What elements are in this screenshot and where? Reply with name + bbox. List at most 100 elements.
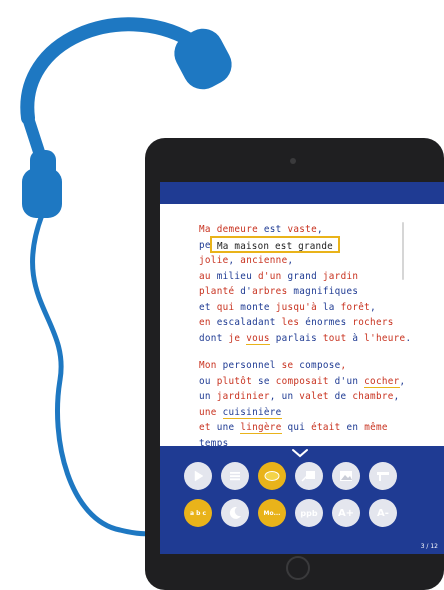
home-button[interactable] xyxy=(286,556,310,580)
page-indicator: 3 / 12 xyxy=(420,543,438,550)
poem-word[interactable]: un xyxy=(282,391,294,402)
poem-word[interactable]: tout xyxy=(323,333,347,344)
poem-word[interactable]: grand xyxy=(287,271,317,282)
poem-word[interactable]: milieu xyxy=(217,271,252,282)
font-decrease-label: A- xyxy=(377,507,389,519)
abc-button[interactable]: a b c xyxy=(184,499,212,527)
poem-word[interactable]: cocher xyxy=(364,375,400,388)
poem-line: et une lingère qui était en même xyxy=(199,420,429,436)
poem-word[interactable]: , xyxy=(317,224,323,235)
poem-word[interactable]: se xyxy=(252,376,276,387)
poem-word[interactable]: vous xyxy=(246,332,270,345)
poem-word[interactable]: une xyxy=(199,407,223,418)
poem-word[interactable]: au xyxy=(199,271,217,282)
moon-icon xyxy=(229,506,241,519)
poem-word[interactable]: , xyxy=(287,255,293,266)
poem-line: et qui monte jusqu'à la forêt, xyxy=(199,300,429,316)
poem-word[interactable]: Mon xyxy=(199,360,223,371)
poem-word[interactable]: un xyxy=(199,391,217,402)
poem-word[interactable]: était xyxy=(311,422,341,433)
poem-word[interactable]: magnifiques xyxy=(287,286,358,297)
poem-word[interactable]: ancienne xyxy=(240,255,287,266)
poem-line: Mon personnel se compose, xyxy=(199,358,429,374)
poem-word[interactable]: en xyxy=(199,317,217,328)
poem-word[interactable]: énormes xyxy=(305,317,346,328)
picture-button[interactable] xyxy=(332,462,360,490)
poem-word[interactable]: , xyxy=(370,302,376,313)
poem-word[interactable]: et xyxy=(199,302,217,313)
poem-word[interactable]: rochers xyxy=(346,317,393,328)
poem-word[interactable]: , xyxy=(400,376,406,387)
night-mode-button[interactable] xyxy=(221,499,249,527)
poem-line: ou plutôt se composait d'un cocher, xyxy=(199,374,429,390)
poem-word[interactable]: une xyxy=(217,422,235,433)
poem-line: dont je vous parlais tout à l'heure. xyxy=(199,331,429,347)
poem-word[interactable]: jusqu'à xyxy=(276,302,317,313)
poem-word[interactable]: escaladant xyxy=(217,317,276,328)
poem-line: jolie, ancienne, xyxy=(199,253,429,269)
poem-word[interactable]: de xyxy=(329,391,353,402)
poem-word[interactable]: se xyxy=(276,360,300,371)
poem-word[interactable]: en xyxy=(341,422,365,433)
poem-word[interactable]: chambre xyxy=(352,391,393,402)
ppb-button[interactable]: ppb xyxy=(295,499,323,527)
poem-word[interactable]: dont xyxy=(199,333,229,344)
poem-word[interactable]: d'un xyxy=(329,376,364,387)
poem-word[interactable]: , xyxy=(394,391,400,402)
image-lookup-button[interactable] xyxy=(295,462,323,490)
font-increase-button[interactable]: A+ xyxy=(332,499,360,527)
font-increase-label: A+ xyxy=(337,507,355,519)
poem-word[interactable]: qui xyxy=(282,422,312,433)
poem-word[interactable]: et xyxy=(199,422,217,433)
poem-word[interactable]: à xyxy=(346,333,364,344)
ppb-label: ppb xyxy=(300,508,318,518)
poem-word[interactable]: jardin xyxy=(317,271,358,282)
poem-line: une cuisinière xyxy=(199,405,429,421)
poem-word[interactable]: personnel xyxy=(223,360,276,371)
poem-word[interactable]: plutôt xyxy=(217,376,252,387)
highlight-button[interactable] xyxy=(258,462,286,490)
poem-line: au milieu d'un grand jardin xyxy=(199,269,429,285)
poem-word[interactable]: vaste xyxy=(287,224,317,235)
syllable-button[interactable]: Mo... xyxy=(258,499,286,527)
poem-word[interactable]: valet xyxy=(293,391,328,402)
poem-word[interactable]: monte xyxy=(234,302,275,313)
chevron-down-icon[interactable] xyxy=(290,448,310,458)
poem-word[interactable]: , xyxy=(270,391,282,402)
poem-word[interactable]: je xyxy=(229,333,241,344)
poem-word[interactable]: Ma xyxy=(199,224,217,235)
poem-word[interactable]: cuisinière xyxy=(222,406,282,419)
poem-word[interactable]: lingère xyxy=(240,422,282,434)
bookmark-button[interactable] xyxy=(369,462,397,490)
poem-word[interactable]: composait xyxy=(276,376,329,387)
scrollbar[interactable] xyxy=(402,222,404,280)
poem-word[interactable]: ou xyxy=(199,376,217,387)
poem-word[interactable]: est xyxy=(258,224,288,235)
front-camera xyxy=(290,158,296,164)
poem-word[interactable]: , xyxy=(229,255,241,266)
poem-word[interactable]: d'un xyxy=(252,271,287,282)
poem-word[interactable]: compose xyxy=(299,360,340,371)
play-icon xyxy=(194,470,204,482)
highlight-oval-icon xyxy=(264,471,280,481)
poem-word[interactable]: arbres xyxy=(252,286,287,297)
poem-word[interactable]: la xyxy=(317,302,341,313)
poem-word[interactable]: qui xyxy=(217,302,235,313)
poem-word[interactable]: même xyxy=(364,422,388,433)
play-button[interactable] xyxy=(184,462,212,490)
menu-button[interactable] xyxy=(221,462,249,490)
font-decrease-button[interactable]: A- xyxy=(369,499,397,527)
poem-word[interactable]: l'heure xyxy=(364,333,405,344)
poem-word[interactable]: planté xyxy=(199,286,234,297)
poem-word[interactable]: jardinier xyxy=(217,391,270,402)
poem-word[interactable]: , xyxy=(341,360,347,371)
syllable-label: Mo... xyxy=(263,509,281,517)
poem-word[interactable]: forêt xyxy=(341,302,371,313)
poem-word[interactable]: d' xyxy=(234,286,252,297)
poem-word[interactable]: parlais xyxy=(270,333,323,344)
poem-word[interactable]: jolie xyxy=(199,255,229,266)
poem-word[interactable]: demeure xyxy=(217,224,258,235)
poem-word[interactable]: . xyxy=(405,333,411,344)
poem-line: planté d'arbres magnifiques xyxy=(199,284,429,300)
poem-word[interactable]: les xyxy=(276,317,306,328)
